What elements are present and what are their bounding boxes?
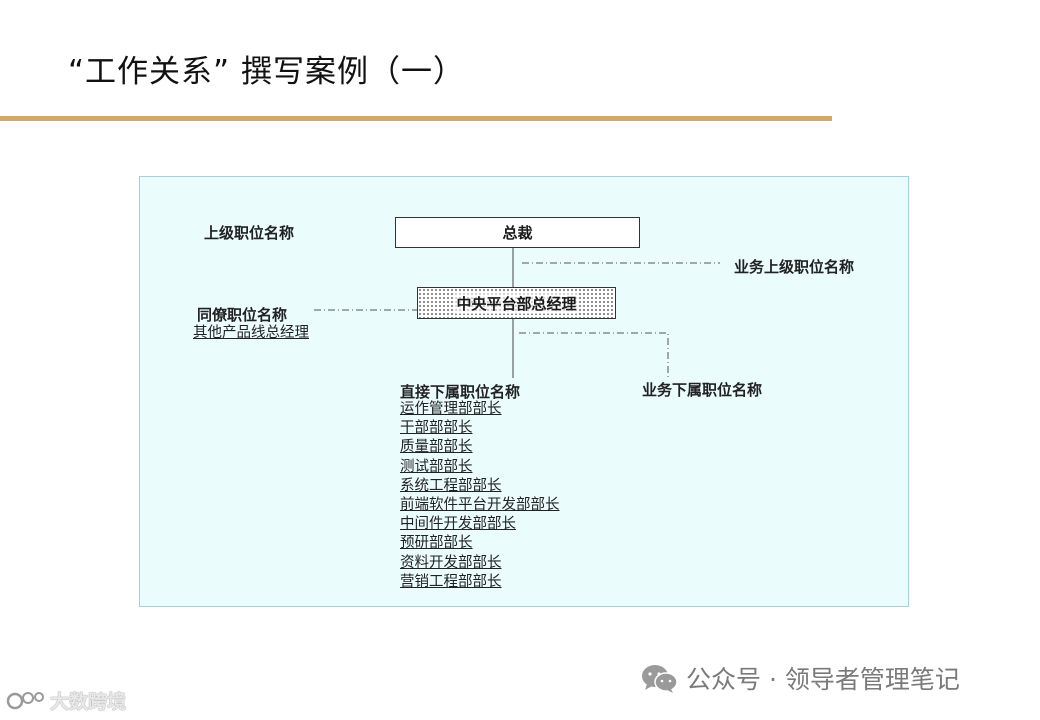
subordinate-item: 营销工程部部长 [400, 573, 502, 590]
business-subordinates-label: 业务下属职位名称 [642, 381, 763, 399]
subordinate-item: 测试部部长 [400, 458, 473, 475]
subordinate-item: 预研部部长 [400, 535, 473, 552]
wechat-icon [642, 665, 678, 693]
watermark-text: 大数跨境 [50, 690, 127, 713]
subordinate-item: 运作管理部部长 [400, 401, 502, 417]
current-position-text: 中央平台部总经理 [454, 292, 579, 314]
peer-label: 同僚职位名称 [197, 306, 288, 324]
subordinate-item: 前端软件平台开发部部长 [400, 497, 560, 514]
direct-subordinates-label: 直接下属职位名称 [400, 383, 521, 401]
superior-label: 上级职位名称 [204, 224, 295, 242]
superior-position-text: 总裁 [502, 224, 533, 242]
subordinate-item: 干部部部长 [400, 420, 473, 437]
business-superior-label: 业务上级职位名称 [734, 258, 855, 276]
peer-position: 其他产品线总经理 [193, 325, 309, 341]
direct-subordinates-list: 运作管理部部长 干部部部长 质量部部长 测试部部长 系统工程部部长 前端软件平台… [400, 400, 560, 592]
watermark: 大数跨境 [6, 686, 126, 714]
footer-brand: 公众号 · 领导者管理笔记 [640, 660, 960, 696]
subordinate-item: 系统工程部部长 [400, 477, 502, 494]
footer-brand-text: 公众号 · 领导者管理笔记 [686, 665, 960, 694]
subordinate-item: 中间件开发部部长 [400, 516, 516, 533]
subordinate-item: 资料开发部部长 [400, 554, 502, 571]
current-position-box: 中央平台部总经理 [417, 287, 616, 319]
logo-icon [6, 692, 44, 710]
connector-business-subordinates [519, 332, 669, 378]
connector-lines [314, 248, 720, 378]
subordinate-item: 质量部部长 [400, 439, 473, 456]
superior-position-box: 总裁 [395, 217, 640, 248]
